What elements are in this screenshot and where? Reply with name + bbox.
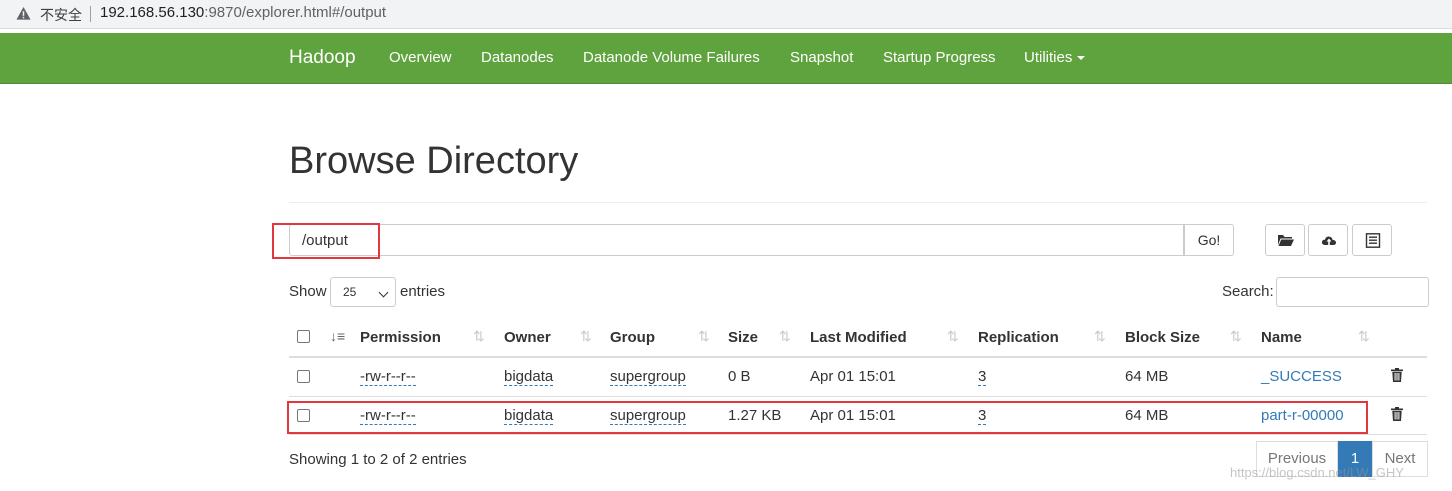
- group-cell[interactable]: supergroup: [610, 368, 686, 386]
- browser-address-bar[interactable]: 不安全 192.168.56.130:9870/explorer.html#/o…: [0, 0, 1452, 29]
- nav-snapshot[interactable]: Snapshot: [790, 49, 853, 66]
- search-input[interactable]: [1276, 277, 1429, 307]
- row-divider: [289, 396, 1427, 397]
- show-label: Show: [289, 283, 327, 300]
- directory-input[interactable]: [289, 224, 1184, 256]
- sort-icon[interactable]: ⇅: [1094, 328, 1106, 345]
- file-name-link[interactable]: _SUCCESS: [1261, 368, 1342, 385]
- nav-overview[interactable]: Overview: [389, 49, 452, 66]
- column-name[interactable]: Name: [1261, 329, 1302, 346]
- sort-asc-icon[interactable]: ↓≡: [330, 328, 345, 344]
- sort-icon[interactable]: ⇅: [1230, 328, 1242, 345]
- warning-icon: [16, 6, 31, 20]
- row-highlight-box: [287, 401, 1368, 434]
- nav-datanodes[interactable]: Datanodes: [481, 49, 554, 66]
- list-alt-icon: [1365, 233, 1381, 248]
- upload-file-button[interactable]: [1308, 224, 1348, 256]
- url-text[interactable]: 192.168.56.130:9870/explorer.html#/outpu…: [100, 4, 386, 21]
- url-separator: [90, 6, 91, 22]
- chevron-down-icon: [378, 287, 389, 298]
- permission-cell[interactable]: -rw-r--r--: [360, 368, 416, 386]
- caret-down-icon: [1077, 56, 1086, 61]
- sort-icon[interactable]: ⇅: [580, 328, 592, 345]
- block-size-cell: 64 MB: [1125, 368, 1169, 385]
- cloud-upload-icon: [1321, 236, 1337, 245]
- column-replication[interactable]: Replication: [978, 329, 1059, 346]
- size-cell: 0 B: [728, 368, 751, 385]
- table-header-divider: [289, 356, 1427, 358]
- column-last-modified[interactable]: Last Modified: [810, 329, 907, 346]
- column-size[interactable]: Size: [728, 329, 758, 346]
- owner-cell[interactable]: bigdata: [504, 368, 554, 386]
- folder-open-icon: [1278, 235, 1294, 246]
- search-label: Search:: [1222, 283, 1274, 300]
- security-label: 不安全: [40, 7, 82, 23]
- trash-icon[interactable]: [1391, 407, 1403, 421]
- watermark-text: https://blog.csdn.net/LW_GHY: [1230, 465, 1404, 480]
- entries-label: entries: [400, 283, 446, 300]
- column-owner[interactable]: Owner: [504, 329, 551, 346]
- title-divider: [289, 202, 1427, 203]
- directory-highlight-box: [272, 223, 380, 259]
- top-navbar: Hadoop Overview Datanodes Datanode Volum…: [0, 33, 1452, 84]
- sort-icon[interactable]: ⇅: [698, 328, 710, 345]
- column-permission[interactable]: Permission: [360, 329, 441, 346]
- nav-utilities-label: Utilities: [1024, 49, 1073, 66]
- create-directory-button[interactable]: [1265, 224, 1305, 256]
- url-host: 192.168.56.130: [100, 4, 205, 21]
- nav-utilities-dropdown[interactable]: Utilities: [1024, 49, 1086, 66]
- table-info: Showing 1 to 2 of 2 entries: [289, 451, 467, 468]
- column-block-size[interactable]: Block Size: [1125, 329, 1200, 346]
- sort-icon[interactable]: ⇅: [473, 328, 485, 345]
- sort-icon[interactable]: ⇅: [779, 328, 791, 345]
- url-path: :9870/explorer.html#/output: [204, 4, 387, 21]
- sort-icon[interactable]: ⇅: [1358, 328, 1370, 345]
- column-group[interactable]: Group: [610, 329, 655, 346]
- row-checkbox[interactable]: [297, 370, 310, 383]
- entries-length-value: 25: [343, 285, 357, 299]
- cut-paste-button[interactable]: [1352, 224, 1392, 256]
- modified-cell: Apr 01 15:01: [810, 368, 896, 385]
- brand-link[interactable]: Hadoop: [289, 47, 356, 69]
- select-all-checkbox[interactable]: [297, 330, 310, 343]
- nav-datanode-volume-failures[interactable]: Datanode Volume Failures: [583, 49, 760, 66]
- sort-icon[interactable]: ⇅: [947, 328, 959, 345]
- nav-startup-progress[interactable]: Startup Progress: [883, 49, 996, 66]
- replication-cell[interactable]: 3: [978, 368, 987, 386]
- go-button[interactable]: Go!: [1184, 224, 1234, 256]
- trash-icon[interactable]: [1391, 368, 1403, 382]
- row-divider: [289, 434, 1427, 435]
- entries-length-select[interactable]: 25: [330, 277, 396, 307]
- page-title: Browse Directory: [289, 140, 579, 182]
